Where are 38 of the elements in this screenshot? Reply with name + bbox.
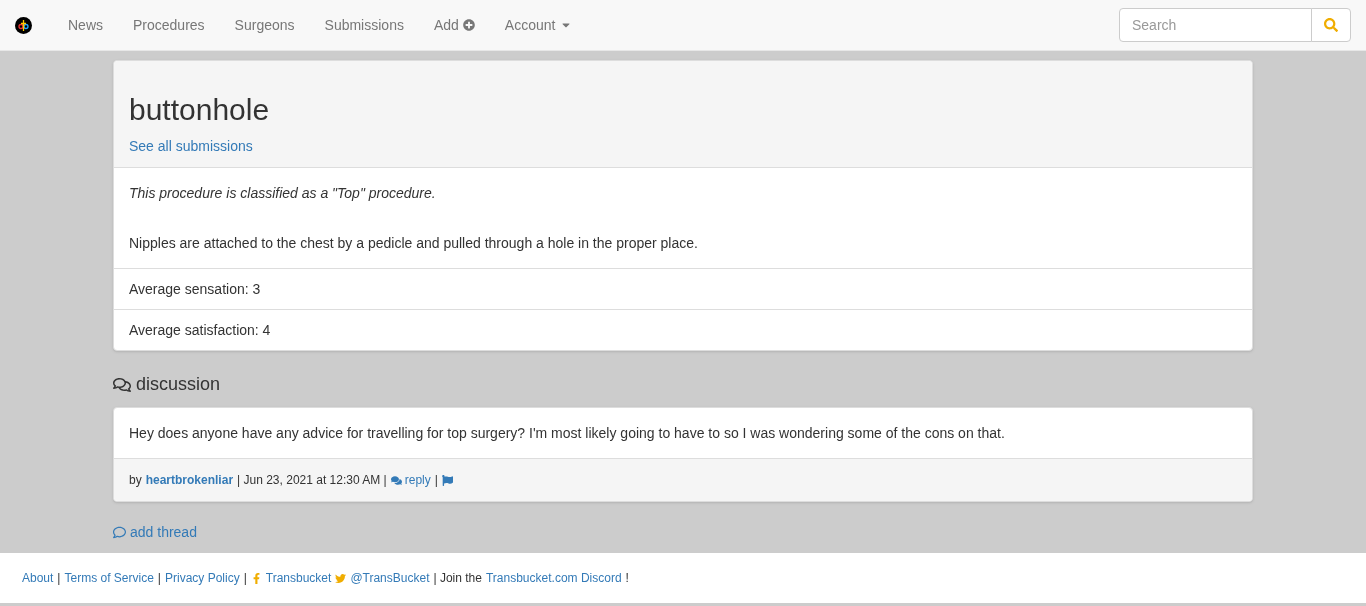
classification-text: This procedure is classified as a "Top" procedure. — [129, 184, 437, 203]
search-field[interactable]: Search — [1119, 8, 1312, 42]
nav-link[interactable]: Surgeons — [219, 14, 310, 36]
footer-link[interactable]: Transbucket.com Discord — [485, 569, 622, 587]
facebook-link[interactable]: Transbucket — [250, 569, 332, 587]
nav-link[interactable]: Procedures — [118, 14, 220, 36]
by-text: by — [129, 472, 142, 489]
see-all-submissions-link[interactable]: See all submissions — [129, 138, 253, 154]
separator-text: | — [434, 472, 438, 489]
comment-icon — [113, 526, 126, 539]
footer-link[interactable]: Terms of Service — [64, 569, 154, 587]
comments-icon — [113, 375, 131, 394]
nav-link[interactable]: Account — [489, 14, 588, 36]
description-text: Nipples are attached to the chest by a pedicle and pulled through a hole in the proper place. — [129, 234, 699, 253]
footer-text: | — [57, 570, 61, 587]
date-text: | Jun 23, 2021 at 12:30 AM | — [237, 472, 387, 489]
footer-link[interactable]: About — [22, 569, 54, 587]
stat-row-text: Average satisfaction: 4 — [128, 321, 272, 340]
reply-link[interactable]: reply — [390, 471, 431, 489]
twitter-link[interactable]: @TransBucket — [335, 569, 430, 587]
footer-link[interactable]: Privacy Policy — [164, 569, 240, 587]
procedure-title: buttonhole — [129, 92, 271, 128]
search-icon — [1324, 18, 1338, 32]
twitter-icon — [335, 572, 347, 584]
author-link[interactable]: heartbrokenliar — [145, 471, 234, 489]
footer-text: ! — [625, 570, 629, 587]
logo-icon[interactable] — [15, 16, 32, 34]
nav-link[interactable]: Submissions — [309, 14, 419, 36]
footer-text: | — [157, 570, 161, 587]
stat-row: Average sensation: 3 — [114, 269, 1252, 310]
flag-icon[interactable] — [441, 474, 453, 486]
add-thread-link[interactable]: add thread — [113, 522, 197, 543]
discussion-heading: discussion — [136, 373, 221, 396]
footer-text: | — [243, 570, 247, 587]
footer-text: | Join the — [433, 570, 482, 587]
comments-icon — [390, 474, 402, 486]
nav-link[interactable]: Add — [418, 14, 490, 36]
nav-link[interactable]: News — [53, 14, 118, 36]
